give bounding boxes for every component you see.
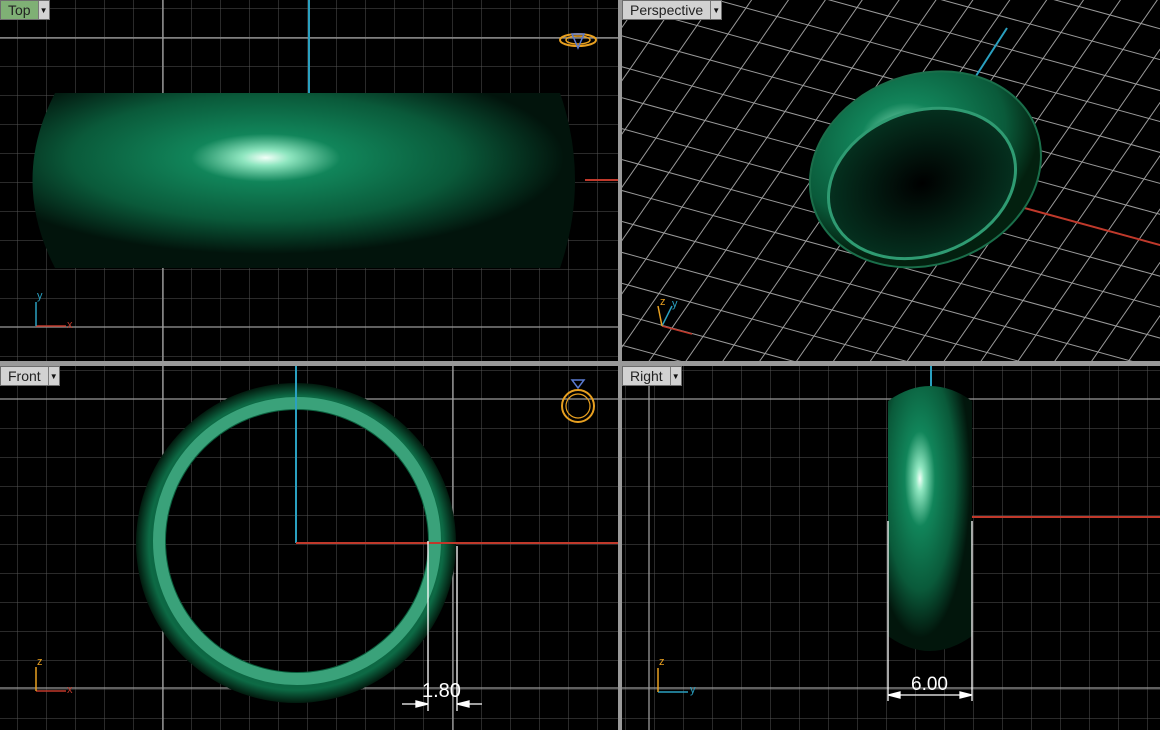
axis-label-h: x (67, 319, 73, 331)
viewport-tab-perspective[interactable]: Perspective ▼ (622, 0, 723, 20)
grid-line (1104, 0, 1160, 361)
grid-line (650, 0, 1160, 65)
chevron-down-icon[interactable]: ▼ (669, 367, 681, 385)
ring-band-side[interactable] (888, 386, 972, 651)
viewport-title[interactable]: Front (1, 367, 48, 385)
chevron-down-icon[interactable]: ▼ (710, 1, 722, 19)
grid-line (1042, 0, 1160, 361)
grid-line (622, 347, 1158, 361)
axis-label-h: y (690, 684, 696, 696)
grid-line (622, 295, 1160, 361)
grid-line (622, 0, 802, 361)
viewport-top[interactable]: x y Top ▼ (0, 0, 618, 361)
grid-line (1073, 0, 1160, 361)
viewport-title[interactable]: Right (623, 367, 670, 385)
viewport-perspective[interactable]: y z Perspective ▼ (622, 0, 1160, 361)
axis-label-h: y (672, 298, 678, 310)
dimension-label-thickness[interactable]: 1.80 (422, 680, 461, 703)
axis-label-v: z (659, 656, 665, 668)
dimension-label-width[interactable]: 6.00 (911, 674, 948, 696)
front-scene (0, 366, 618, 730)
grid-line (668, 0, 1160, 39)
viewport-title[interactable]: Perspective (623, 1, 711, 19)
top-scene (0, 0, 618, 361)
viewport-tab-right[interactable]: Right ▼ (622, 366, 682, 386)
grid-line (622, 321, 1160, 361)
chevron-down-icon[interactable]: ▼ (37, 1, 49, 19)
ring-band[interactable] (32, 93, 576, 268)
viewport-tab-top[interactable]: Top ▼ (0, 0, 50, 20)
axis-label-h: x (67, 684, 73, 696)
viewport-title[interactable]: Top (1, 1, 38, 19)
viewport-tab-front[interactable]: Front ▼ (0, 366, 60, 386)
right-scene (622, 366, 1160, 730)
axis-triad (657, 305, 693, 335)
chevron-down-icon[interactable]: ▼ (47, 367, 59, 385)
axis-label-v: y (37, 290, 43, 302)
ring-3d[interactable] (782, 40, 1069, 299)
axis-label-v: z (37, 656, 43, 668)
viewport-right[interactable]: 6.00 y z Right ▼ (622, 366, 1160, 730)
perspective-scene (622, 0, 1160, 361)
axis-label-v: z (660, 296, 666, 308)
viewport-front[interactable]: 1.80 x z Front ▼ (0, 366, 618, 730)
